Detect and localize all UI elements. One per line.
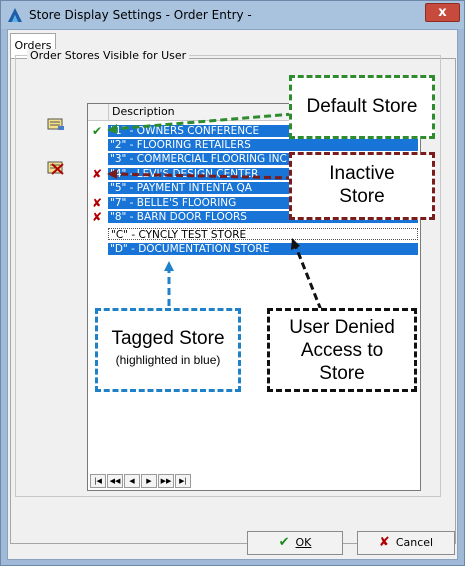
default-store-callout: Default Store: [289, 75, 435, 139]
tagged-store-callout-note: (highlighted in blue): [115, 353, 221, 367]
dialog-window: Store Display Settings - Order Entry - x…: [0, 0, 465, 566]
ok-button[interactable]: ✔ OK: [247, 531, 343, 555]
inactive-store-callout-line1: Inactive: [329, 163, 395, 184]
tagged-store-callout: Tagged Store (highlighted in blue): [95, 308, 241, 392]
tagged-store-callout-text: Tagged Store: [111, 328, 225, 349]
cancel-button[interactable]: ✘ Cancel: [357, 531, 455, 555]
red-x-icon: ✘: [378, 535, 390, 550]
checkmark-icon: ✔: [278, 535, 290, 550]
ok-button-label: OK: [295, 536, 312, 549]
inactive-store-callout: Inactive Store: [289, 152, 435, 220]
denied-callout-line1: User Denied: [289, 317, 395, 338]
inactive-store-callout-line2: Store: [339, 186, 385, 207]
default-store-callout-text: Default Store: [306, 96, 418, 117]
cancel-button-label: Cancel: [395, 536, 434, 549]
denied-callout-line3: Store: [319, 363, 365, 384]
denied-store-callout: User Denied Access to Store: [267, 308, 417, 392]
denied-callout-line2: Access to: [300, 340, 384, 361]
